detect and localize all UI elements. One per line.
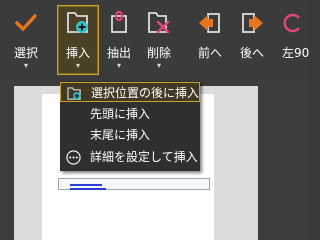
- select-button[interactable]: 選択 ▾: [4, 6, 48, 74]
- select-label: 選択: [13, 46, 38, 60]
- delete-page-icon: [148, 12, 170, 34]
- insert-page-icon: [67, 12, 88, 33]
- arrow-right-icon: [242, 13, 263, 33]
- previous-button[interactable]: 前へ: [190, 6, 230, 74]
- menu-item-label: 末尾に挿入: [90, 128, 151, 142]
- rotate-left-button[interactable]: 左90: [276, 6, 310, 74]
- thumbnail-link-line: [70, 184, 102, 186]
- more-options-icon: [66, 150, 81, 165]
- previous-label: 前へ: [197, 46, 222, 60]
- checkmark-icon: [15, 14, 37, 32]
- insert-button[interactable]: 挿入 ▾: [57, 5, 99, 75]
- next-button[interactable]: 後へ: [232, 6, 272, 74]
- extract-label: 抽出: [106, 46, 131, 60]
- menu-item-label: 詳細を設定して挿入: [90, 150, 198, 164]
- menu-item-insert-at-end[interactable]: 末尾に挿入: [60, 125, 200, 145]
- rotate-left-label: 左90: [282, 46, 310, 60]
- rotate-left-icon: [283, 13, 300, 33]
- arrow-left-icon: [199, 13, 220, 33]
- menu-item-insert-with-settings[interactable]: 詳細を設定して挿入: [60, 147, 200, 167]
- chevron-down-icon: ▾: [156, 61, 161, 70]
- menu-item-insert-after-selection[interactable]: 選択位置の後に挿入: [60, 82, 200, 102]
- toolbar: 選択 ▾ 挿入 ▾ 抽出 ▾ 削除 ▾ 前へ 後へ 左90: [0, 0, 310, 80]
- thumbnail-link-line: [70, 188, 106, 190]
- chevron-down-icon: ▾: [75, 61, 80, 70]
- delete-label: 削除: [146, 46, 171, 60]
- menu-item-insert-at-start[interactable]: 先頭に挿入: [60, 104, 200, 124]
- insert-dropdown-menu: 選択位置の後に挿入 先頭に挿入 末尾に挿入 詳細を設定して挿入: [60, 81, 200, 171]
- chevron-down-icon: ▾: [23, 61, 28, 70]
- insert-label: 挿入: [65, 46, 90, 60]
- next-label: 後へ: [239, 46, 264, 60]
- extract-icon: [111, 10, 127, 33]
- extract-button[interactable]: 抽出 ▾: [100, 6, 138, 74]
- menu-item-label: 先頭に挿入: [90, 107, 151, 121]
- menu-item-label: 選択位置の後に挿入: [91, 86, 200, 100]
- insert-page-icon: [67, 87, 81, 100]
- chevron-down-icon: ▾: [116, 61, 121, 70]
- delete-button[interactable]: 削除 ▾: [140, 6, 178, 74]
